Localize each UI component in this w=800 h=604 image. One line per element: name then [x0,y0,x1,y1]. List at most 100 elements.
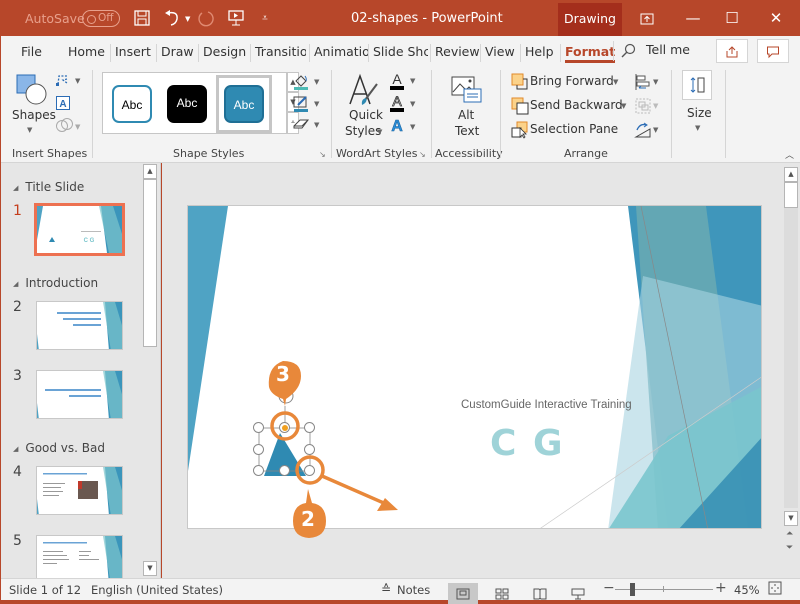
rotate-dropdown[interactable]: ▼ [653,126,658,134]
bring-forward-icon[interactable] [511,73,529,94]
resize-handle-left[interactable] [253,444,264,455]
quick-styles-dropdown[interactable]: ▼ [377,128,382,136]
bring-forward-dropdown[interactable]: ▼ [613,78,618,86]
comments-button[interactable] [757,39,789,63]
autosave-toggle[interactable]: Off [82,10,120,27]
language-indicator[interactable]: English (United States) [91,583,223,597]
tab-slide-show[interactable]: Slide Shc [368,44,428,62]
alt-text-icon[interactable] [451,76,483,107]
scroll-track[interactable] [784,208,798,508]
scroll-up-button[interactable]: ▲ [784,167,798,182]
slide-sorter-button[interactable] [487,583,517,604]
edit-shape-dropdown[interactable]: ▼ [75,77,80,85]
shape-style-outline[interactable]: Abc [112,85,152,123]
shape-style-blue[interactable]: Abc [224,85,264,123]
shape-effects-icon[interactable] [292,116,310,135]
resize-handle-top-left[interactable] [253,422,264,433]
tab-format[interactable]: Format [560,44,616,63]
tab-view[interactable]: View [480,44,515,62]
tab-animations[interactable]: Animatio [309,44,369,62]
text-fill-icon[interactable]: A [389,71,405,94]
text-effects-icon[interactable]: A [389,116,405,137]
close-button[interactable]: ✕ [753,1,799,36]
resize-handle-right[interactable] [304,444,315,455]
align-dropdown[interactable]: ▼ [653,78,658,86]
undo-icon[interactable] [163,9,183,29]
alt-text-label-2[interactable]: Text [455,124,479,138]
slide-thumbnail-5[interactable] [36,535,123,584]
start-from-beginning-icon[interactable] [226,9,246,29]
slide-thumbnail-2[interactable] [36,301,123,350]
scroll-thumb[interactable] [784,182,798,208]
wordart-launcher-icon[interactable]: ↘ [419,150,426,159]
section-header[interactable]: Good vs. Bad [13,441,105,455]
shape-fill-dropdown[interactable]: ▼ [314,78,319,86]
collapse-ribbon-icon[interactable]: ︿ [785,148,794,161]
slide-show-button[interactable] [563,583,593,604]
ribbon-display-options-icon[interactable] [624,1,670,36]
send-backward-icon[interactable] [511,97,529,118]
save-icon[interactable] [132,9,152,29]
tab-review[interactable]: Review [430,44,480,62]
reading-view-button[interactable] [525,583,555,604]
bring-forward-button[interactable]: Bring Forward [530,74,614,88]
thumbnails-scrollbar[interactable]: ▲ ▼ [143,163,158,578]
tab-file[interactable]: File [21,44,42,62]
tab-home[interactable]: Home [68,44,105,62]
tab-draw[interactable]: Draw [156,44,194,62]
quick-styles-label-2[interactable]: Styles [345,124,381,138]
selection-pane-icon[interactable] [511,121,529,142]
slide-subtitle[interactable]: CustomGuide Interactive Training [461,399,632,411]
slide-thumbnail-3[interactable] [36,370,123,419]
shape-effects-dropdown[interactable]: ▼ [314,121,319,129]
shape-outline-icon[interactable] [292,94,310,115]
previous-slide-icon[interactable]: ⏶ [786,529,793,539]
text-outline-icon[interactable]: A [389,93,405,116]
quick-styles-icon[interactable] [347,72,381,111]
send-backward-button[interactable]: Send Backward [530,98,623,112]
shape-styles-launcher-icon[interactable]: ↘ [319,150,326,159]
resize-handle-top-right[interactable] [304,422,315,433]
scroll-down-button[interactable]: ▼ [784,511,798,526]
shape-style-black[interactable]: Abc [167,85,207,123]
resize-handle-bottom-left[interactable] [253,465,264,476]
share-button[interactable] [716,39,748,63]
notes-icon[interactable]: ≙ [381,582,391,596]
thumbnails-scroll-up[interactable]: ▲ [143,164,157,179]
slide-thumbnail-1[interactable]: C G [34,203,125,256]
shape-outline-dropdown[interactable]: ▼ [314,100,319,108]
size-button[interactable]: Size [687,106,712,120]
size-icon[interactable] [682,70,712,100]
section-header[interactable]: Title Slide [13,180,84,194]
rotate-icon[interactable] [634,121,652,142]
size-dropdown[interactable]: ▼ [695,124,700,132]
normal-view-button[interactable] [448,583,478,604]
quick-styles-label-1[interactable]: Quick [349,108,383,122]
tab-transitions[interactable]: Transitio [250,44,306,62]
zoom-in-button[interactable]: + [715,580,727,596]
maximize-button[interactable]: ☐ [709,1,755,36]
text-effects-dropdown[interactable]: ▼ [410,123,415,131]
shapes-dropdown[interactable]: ▼ [27,126,32,134]
section-header[interactable]: Introduction [13,276,98,290]
next-slide-icon[interactable]: ⏷ [786,543,793,553]
resize-handle-bottom[interactable] [279,465,290,476]
shape-fill-icon[interactable] [292,72,310,93]
zoom-out-button[interactable]: − [603,580,615,596]
adjustment-handle[interactable] [282,425,288,431]
text-outline-dropdown[interactable]: ▼ [410,100,415,108]
send-backward-dropdown[interactable]: ▼ [621,102,626,110]
tell-me-search[interactable]: Tell me [646,42,690,57]
shapes-icon[interactable] [16,74,48,109]
selection-pane-button[interactable]: Selection Pane [530,122,618,136]
notes-button[interactable]: Notes [397,583,430,597]
thumbnails-scroll-thumb[interactable] [143,179,157,347]
zoom-level[interactable]: 45% [734,583,760,597]
undo-dropdown[interactable]: ▼ [185,15,190,23]
zoom-slider-thumb[interactable] [630,583,635,596]
slide-logo-text[interactable]: C G [490,423,565,464]
edit-shape-icon[interactable] [55,73,71,90]
tab-design[interactable]: Design [198,44,246,62]
slide-thumbnail-4[interactable] [36,466,123,515]
resize-handle-bottom-right[interactable] [304,465,315,476]
